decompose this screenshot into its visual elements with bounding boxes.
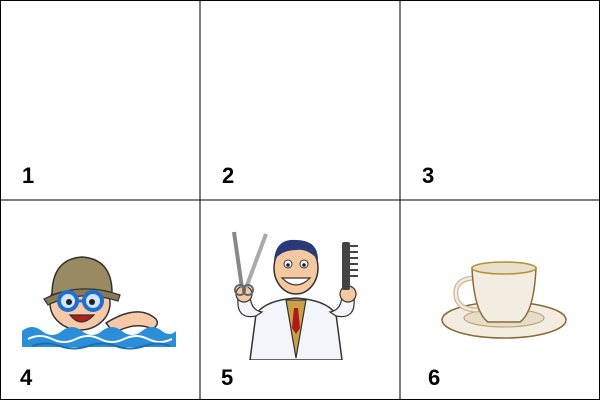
cell-number: 3 <box>422 163 435 188</box>
tea-cup-icon <box>440 258 568 342</box>
cell-5[interactable]: 5 <box>200 200 400 400</box>
cell-3[interactable]: 3 <box>400 0 600 200</box>
cell-2[interactable]: 2 <box>200 0 400 200</box>
cell-number: 6 <box>428 365 441 390</box>
cell-number: 2 <box>222 163 235 188</box>
picture-grid: 1 2 3 4 5 6 <box>0 0 600 400</box>
cell-4[interactable]: 4 <box>0 200 200 400</box>
cell-6[interactable]: 6 <box>400 200 600 400</box>
barber-icon <box>216 228 376 360</box>
cell-number: 5 <box>221 365 234 390</box>
cell-number: 1 <box>22 163 35 188</box>
swimming-boy-icon <box>18 245 180 355</box>
cell-number: 4 <box>20 365 33 390</box>
cell-1[interactable]: 1 <box>0 0 200 200</box>
